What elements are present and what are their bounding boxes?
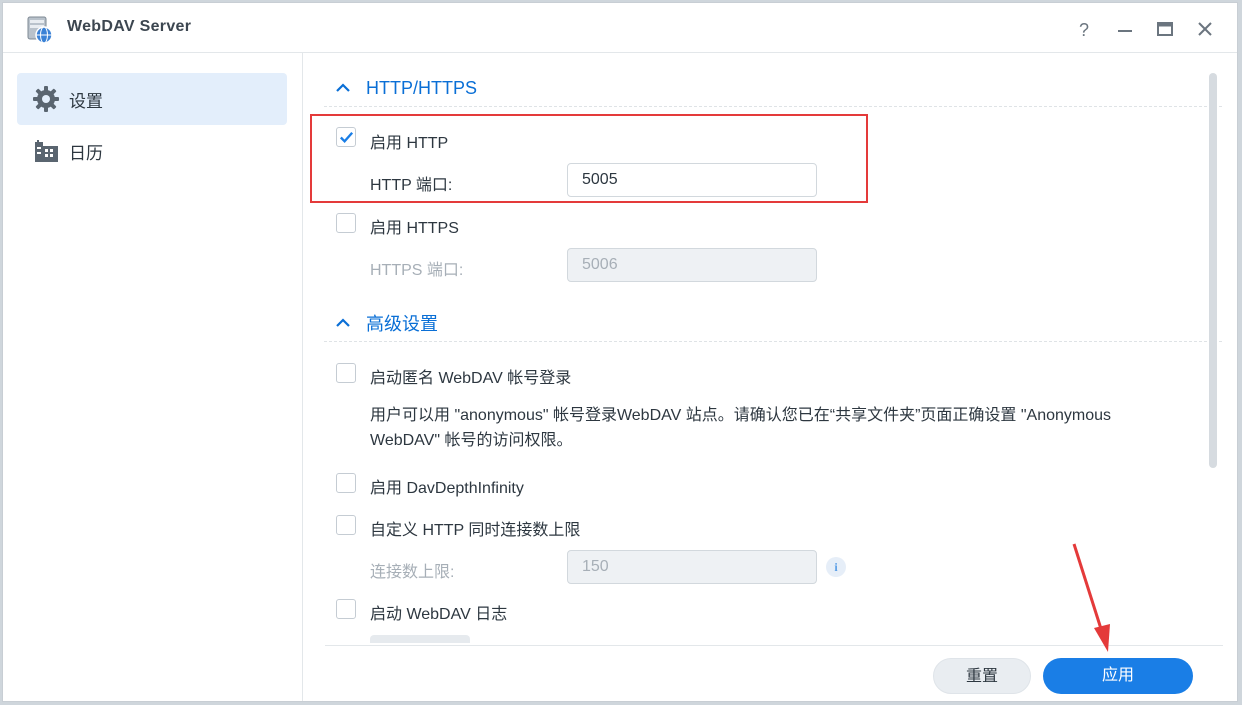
- chevron-up-icon: [336, 83, 350, 92]
- section-title: 高级设置: [366, 314, 438, 334]
- http-port-label: HTTP 端口:: [370, 177, 453, 194]
- chevron-up-icon: [336, 318, 350, 327]
- http-port-input[interactable]: 5005: [567, 163, 817, 197]
- annotation-arrow-icon: [1072, 543, 1110, 652]
- sidebar: 设置 日历: [3, 53, 303, 701]
- close-icon[interactable]: [1193, 17, 1217, 41]
- view-log-button[interactable]: [370, 635, 470, 643]
- title-bar: WebDAV Server ?: [3, 3, 1237, 53]
- dav-depth-infinity-checkbox[interactable]: [336, 473, 356, 493]
- anonymous-description-line: 用户可以用 "anonymous" 帐号登录WebDAV 站点。请确认您已在“共…: [370, 407, 1112, 424]
- enable-http-checkbox[interactable]: [336, 127, 356, 147]
- minimize-icon[interactable]: [1113, 17, 1137, 41]
- anonymous-login-checkbox[interactable]: [336, 363, 356, 383]
- webdav-server-window: WebDAV Server ? 设置 日历 HTTP/HTTPS 启用 HTTP…: [2, 2, 1238, 702]
- anonymous-description-line: WebDAV" 帐号的访问权限。: [370, 432, 573, 449]
- enable-http-label: 启用 HTTP: [370, 135, 449, 152]
- sidebar-item-label: 日历: [69, 143, 103, 164]
- section-title: HTTP/HTTPS: [366, 77, 477, 98]
- custom-connection-limit-label: 自定义 HTTP 同时连接数上限: [370, 522, 581, 539]
- svg-text:?: ?: [1079, 20, 1089, 40]
- section-header-advanced[interactable]: 高级设置: [324, 305, 1222, 342]
- checkmark-icon: [339, 131, 354, 143]
- help-icon[interactable]: ?: [1073, 17, 1097, 41]
- enable-https-label: 启用 HTTPS: [370, 220, 459, 237]
- https-port-input[interactable]: 5006: [567, 248, 817, 282]
- connection-limit-input[interactable]: 150: [567, 550, 817, 584]
- sidebar-item-settings[interactable]: 设置: [17, 73, 287, 125]
- custom-connection-limit-checkbox[interactable]: [336, 515, 356, 535]
- sidebar-item-label: 设置: [69, 91, 103, 112]
- connection-limit-label: 连接数上限:: [370, 564, 455, 581]
- https-port-label: HTTPS 端口:: [370, 262, 464, 279]
- info-icon[interactable]: i: [826, 557, 846, 577]
- dav-depth-infinity-label: 启用 DavDepthInfinity: [370, 480, 524, 497]
- sidebar-item-log[interactable]: 日历: [17, 125, 287, 177]
- webdav-log-label: 启动 WebDAV 日志: [370, 606, 508, 623]
- gear-icon: [33, 86, 59, 112]
- webdav-app-icon: [27, 16, 53, 44]
- enable-https-checkbox[interactable]: [336, 213, 356, 233]
- reset-button[interactable]: 重置: [933, 658, 1031, 694]
- scrollbar[interactable]: [1209, 73, 1217, 468]
- maximize-icon[interactable]: [1153, 17, 1177, 41]
- anonymous-description: 用户可以用 "anonymous" 帐号登录WebDAV 站点。请确认您已在“共…: [370, 403, 1170, 453]
- section-header-http[interactable]: HTTP/HTTPS: [324, 70, 1222, 107]
- calendar-log-icon: [35, 140, 58, 162]
- window-title: WebDAV Server: [67, 18, 192, 35]
- webdav-log-checkbox[interactable]: [336, 599, 356, 619]
- apply-button[interactable]: 应用: [1043, 658, 1193, 694]
- anonymous-login-label: 启动匿名 WebDAV 帐号登录: [370, 370, 572, 387]
